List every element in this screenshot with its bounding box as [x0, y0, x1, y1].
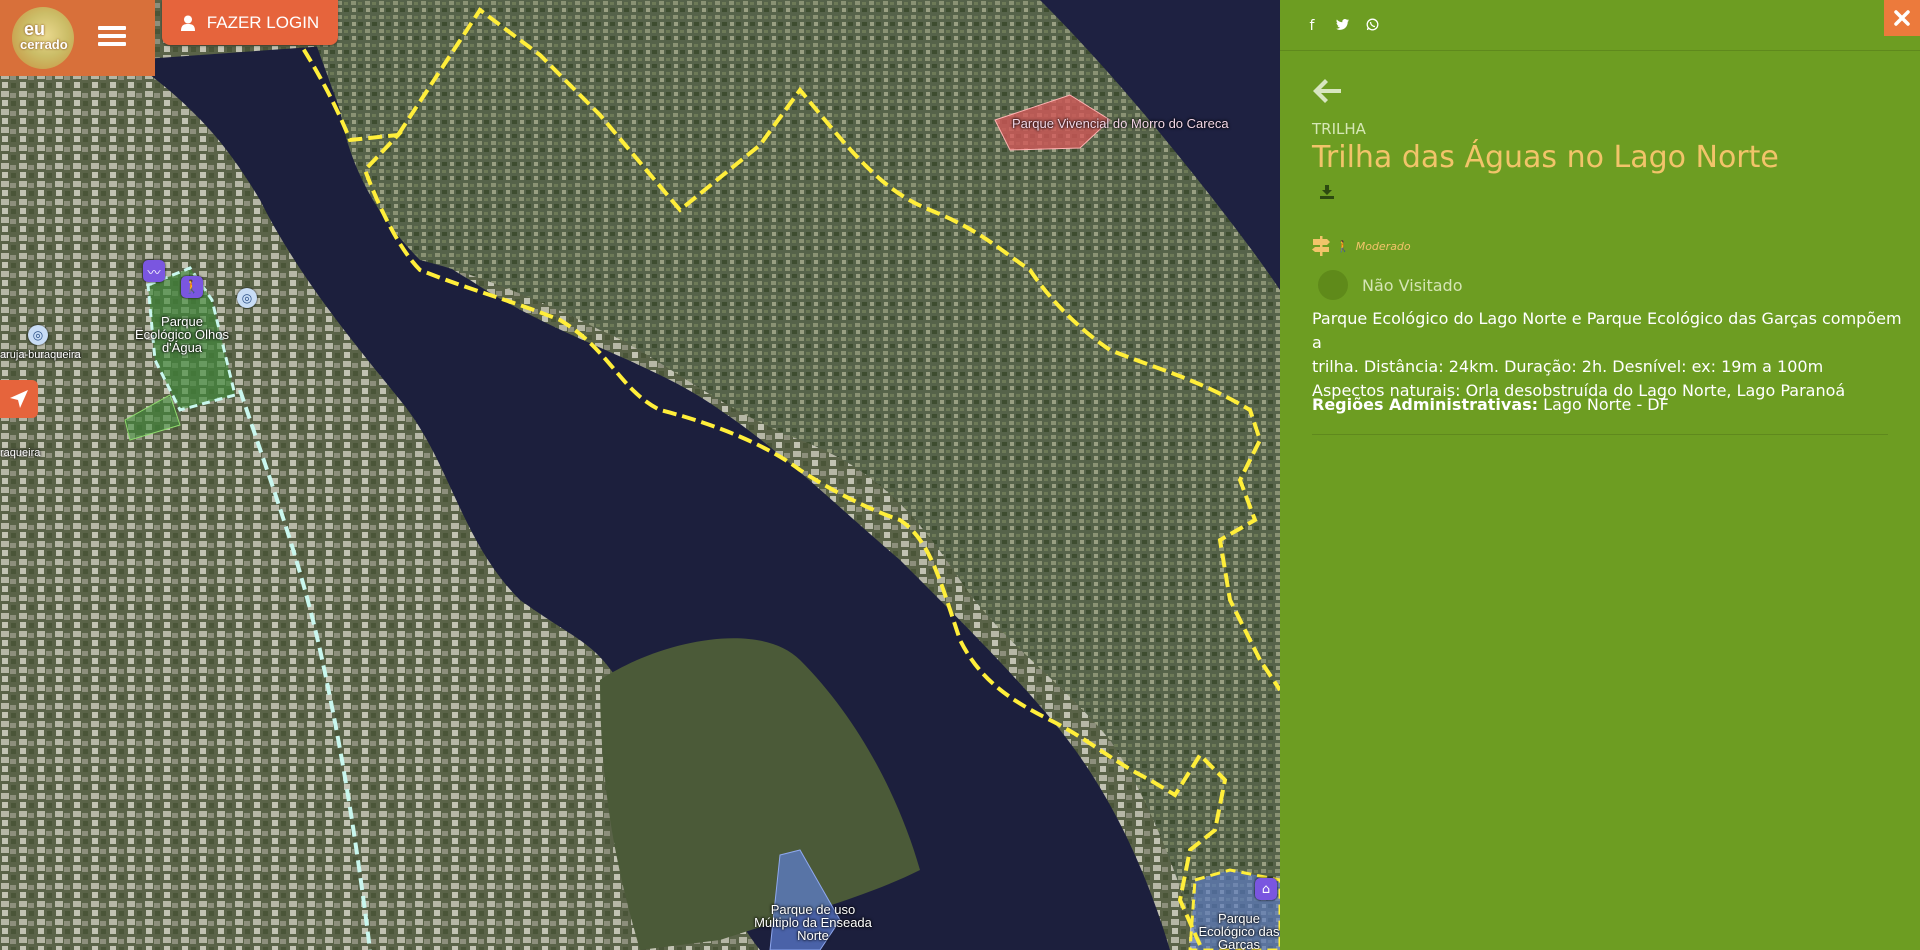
difficulty-label: Moderado: [1355, 239, 1411, 253]
map-label-street-1: aruja-buraqueira: [0, 349, 81, 361]
eu-cerrado-logo[interactable]: eu cerrado: [0, 0, 155, 76]
login-label: FAZER LOGIN: [206, 12, 320, 32]
share-bar: f: [1304, 18, 1380, 35]
back-button[interactable]: [1312, 78, 1342, 104]
satellite-map[interactable]: Parque Vivencial do Morro do Careca Parq…: [0, 0, 1280, 950]
description-line: Parque Ecológico do Lago Norte e Parque …: [1312, 309, 1902, 352]
logo-text-1: eu: [24, 19, 46, 39]
logo-mark: eu cerrado: [12, 7, 74, 69]
trail-description: Parque Ecológico do Lago Norte e Parque …: [1312, 307, 1902, 403]
regions-value: Lago Norte - DF: [1543, 395, 1669, 414]
facebook-icon[interactable]: f: [1304, 18, 1320, 35]
twitter-icon[interactable]: [1334, 18, 1350, 35]
hamburger-icon: [98, 26, 126, 30]
signpost-icon: [1312, 236, 1330, 256]
trail-marker-icon[interactable]: 〰: [143, 260, 165, 282]
locate-button[interactable]: [0, 380, 38, 418]
download-icon: [1320, 185, 1334, 199]
map-label-parque-enseada[interactable]: Parque de uso Múltiplo da Enseada Norte: [748, 903, 878, 942]
arrow-left-icon: [1313, 79, 1341, 103]
panel-divider-bottom: [1312, 434, 1888, 435]
regions-label: Regiões Administrativas:: [1312, 395, 1539, 414]
map-canvas[interactable]: [0, 0, 1280, 950]
map-label-parque-garcas[interactable]: Parque Ecológico das Garças: [1196, 912, 1280, 950]
close-button[interactable]: [1884, 0, 1920, 36]
hiker-marker-icon[interactable]: 🚶: [181, 276, 203, 298]
close-icon: [1894, 10, 1910, 26]
panel-eyebrow: TRILHA: [1312, 120, 1366, 138]
trail-detail-panel: f TRILHA Trilha das Águas no Lago Norte …: [1280, 0, 1920, 950]
visited-toggle[interactable]: Não Visitado: [1318, 270, 1463, 300]
location-arrow-icon: [10, 390, 28, 408]
administrative-regions: Regiões Administrativas: Lago Norte - DF: [1312, 395, 1669, 414]
description-line: trilha. Distância: 24km. Duração: 2h. De…: [1312, 357, 1824, 376]
trail-title: Trilha das Águas no Lago Norte: [1312, 140, 1779, 175]
user-icon: [180, 15, 195, 31]
menu-button[interactable]: [98, 22, 126, 48]
visited-indicator: [1318, 270, 1348, 300]
viewpoint-marker-icon[interactable]: ◎: [237, 288, 257, 308]
hiker-difficulty-icon: 🚶: [1336, 239, 1350, 253]
map-label-street-2: raqueira: [0, 447, 41, 459]
trail-meta: 🚶 Moderado: [1312, 236, 1411, 256]
map-label-parque-vivencial[interactable]: Parque Vivencial do Morro do Careca: [1012, 117, 1229, 130]
map-label-parque-olhos[interactable]: Parque Ecológico Olhos d'Água: [132, 315, 232, 354]
visited-label: Não Visitado: [1362, 275, 1463, 295]
download-button[interactable]: [1320, 184, 1334, 203]
park-marker-icon[interactable]: ⌂: [1255, 878, 1277, 900]
login-button[interactable]: FAZER LOGIN: [162, 0, 338, 45]
whatsapp-icon[interactable]: [1364, 18, 1380, 35]
logo-text-2: cerrado: [20, 37, 68, 52]
panel-divider: [1280, 50, 1920, 51]
cycling-marker-icon[interactable]: ◎: [28, 325, 48, 345]
